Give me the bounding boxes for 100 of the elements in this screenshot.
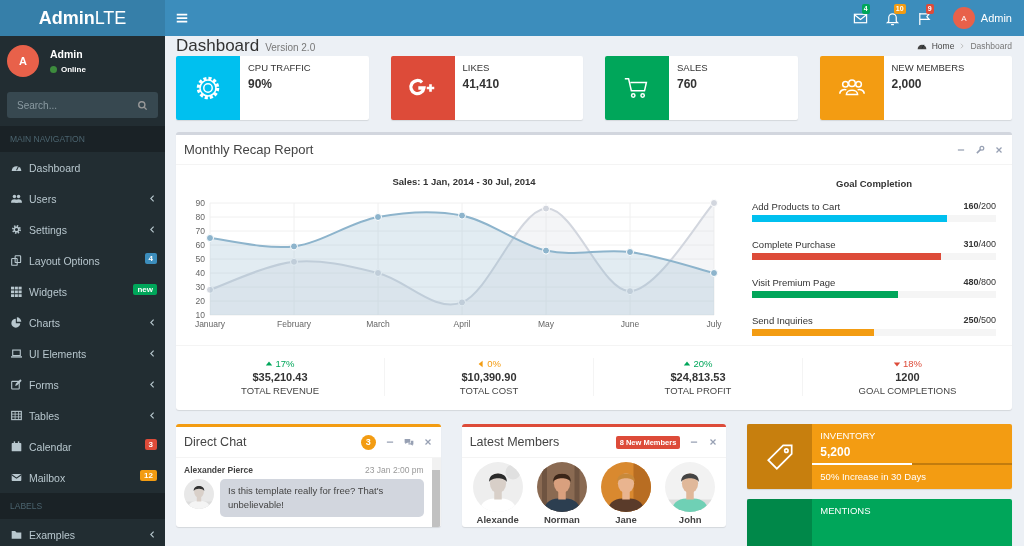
data-point <box>710 269 718 277</box>
breadcrumb-link[interactable]: Home <box>931 41 955 51</box>
change-percent: 17% <box>275 358 295 369</box>
member-name[interactable]: Alexande <box>476 514 519 525</box>
x-tick-label: July <box>706 319 722 329</box>
section-heading: MAIN NAVIGATION <box>0 126 165 152</box>
users-icon <box>11 193 22 204</box>
breadcrumb-current: Dashboard <box>970 41 1012 51</box>
info-value: 2,000 <box>891 77 923 91</box>
info-label: LIKES <box>462 62 491 73</box>
count-badge: new <box>133 284 157 295</box>
table-icon <box>11 410 22 421</box>
y-tick-label: 10 <box>195 310 205 320</box>
close-icon[interactable] <box>708 437 719 447</box>
data-point <box>290 242 298 251</box>
info-label: SALES <box>677 62 708 73</box>
nav-link[interactable]: UI Elements <box>29 347 141 360</box>
card-label: INVENTORY <box>820 430 877 441</box>
menu-icon[interactable] <box>175 11 189 25</box>
box-title: Monthly Recap Report <box>184 142 315 157</box>
user-name: Admin <box>50 48 84 60</box>
chevron-left-icon <box>148 349 157 358</box>
goal-title: Goal Completion <box>835 178 913 189</box>
change-percent: 18% <box>903 358 922 369</box>
box-title: Direct Chat <box>184 435 248 449</box>
member-name[interactable]: Jane <box>615 514 637 525</box>
search-icon[interactable] <box>137 99 148 111</box>
close-icon[interactable] <box>994 144 1004 155</box>
goal-value: 310/400 <box>963 239 996 250</box>
nav-link[interactable]: Users <box>29 192 141 205</box>
count-badge: 3 <box>360 434 376 450</box>
nav-link[interactable]: Examples <box>29 528 141 541</box>
user-avatar: A <box>7 45 39 77</box>
box-title: Latest Members <box>469 435 561 449</box>
x-tick-label: April <box>453 319 471 329</box>
x-tick-label: January <box>194 319 226 329</box>
caret-up-icon <box>265 359 274 368</box>
stat-label: TOTAL PROFIT <box>664 385 732 396</box>
caret-up-icon <box>683 359 692 368</box>
pie-chart-icon <box>11 317 22 328</box>
info-label: NEW MEMBERS <box>891 62 965 73</box>
x-tick-label: March <box>366 319 390 329</box>
message-bubble: Is this template really for free? That's unbelievable! <box>220 479 424 517</box>
x-tick-label: May <box>537 319 555 329</box>
page-subtitle: Version 2.0 <box>265 42 316 53</box>
chevron-left-icon <box>148 380 157 389</box>
nav-link[interactable]: Calendar <box>29 440 138 453</box>
chevron-left-icon <box>148 318 157 327</box>
change-percent: 20% <box>693 358 713 369</box>
y-tick-label: 30 <box>195 282 205 292</box>
data-point <box>206 285 214 294</box>
grid-icon <box>11 286 22 297</box>
nav-link[interactable]: Charts <box>29 316 141 329</box>
card-value: 5,200 <box>820 445 852 459</box>
card-label: MENTIONS <box>820 505 872 516</box>
card-description: 50% Increase in 30 Days <box>819 471 927 482</box>
nav-link[interactable]: Layout Options <box>29 254 138 267</box>
app-logo[interactable]: AdminLTE <box>0 0 165 36</box>
data-point <box>374 213 382 221</box>
message-time: 23 Jan 2:00 pm <box>365 465 424 475</box>
envelope-icon <box>11 472 22 483</box>
flag-icon[interactable] <box>917 10 933 26</box>
data-point <box>542 204 550 213</box>
user-name[interactable]: Admin <box>980 12 1012 24</box>
y-tick-label: 40 <box>195 268 205 278</box>
y-tick-label: 80 <box>195 212 205 222</box>
x-tick-label: June <box>620 319 640 329</box>
nav-link[interactable]: Mailbox <box>29 471 134 484</box>
stat-label: TOTAL REVENUE <box>241 385 319 396</box>
gear-icon <box>11 224 22 235</box>
data-point <box>458 298 466 307</box>
laptop-icon <box>11 348 22 359</box>
nav-link[interactable]: Settings <box>29 223 141 236</box>
close-icon[interactable] <box>422 437 433 447</box>
count-badge: 3 <box>144 439 157 450</box>
stat-value: $35,210.43 <box>252 371 308 383</box>
wrench-icon[interactable] <box>975 144 985 155</box>
info-value: 760 <box>677 77 699 91</box>
search-field[interactable]: Search... <box>7 92 158 118</box>
member-name[interactable]: John <box>678 514 702 525</box>
goal-label: Send Inquiries <box>752 315 813 326</box>
stat-label: TOTAL COST <box>459 385 519 396</box>
status-dot <box>50 66 57 73</box>
nav-link[interactable]: Dashboard <box>29 161 157 174</box>
member-name[interactable]: Norman <box>543 514 580 525</box>
contacts-icon[interactable] <box>403 437 414 447</box>
chevron-left-icon <box>148 225 157 234</box>
y-tick-label: 20 <box>195 296 205 306</box>
data-point <box>206 234 214 242</box>
data-point <box>290 257 298 266</box>
data-point <box>626 287 634 296</box>
goal-label: Complete Purchase <box>752 239 836 250</box>
chevron-left-icon <box>148 530 157 539</box>
scrollbar[interactable] <box>431 458 441 527</box>
data-point <box>374 269 382 277</box>
nav-link[interactable]: Tables <box>29 409 141 422</box>
calendar-icon <box>11 441 22 452</box>
bell-icon[interactable] <box>885 10 901 26</box>
nav-link[interactable]: Widgets <box>29 285 127 298</box>
nav-link[interactable]: Forms <box>29 378 141 391</box>
